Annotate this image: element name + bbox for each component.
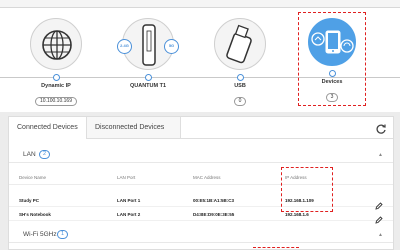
- lan-count-badge: 2: [39, 150, 51, 159]
- ip-address-highlight: [281, 167, 333, 212]
- internet-node[interactable]: Dynamic IP 10.100.10.169: [16, 18, 96, 107]
- tab-disconnected-devices[interactable]: Disconnected Devices: [87, 117, 181, 139]
- lan-port: LAN Port 1: [117, 198, 141, 203]
- wifi-5ghz-section-header[interactable]: Wi-Fi 5GHz 1 ▲: [9, 227, 393, 243]
- header-mac-address: MAC Address: [193, 175, 221, 180]
- devices-label: Devices: [321, 79, 343, 85]
- internet-ip-value: 10.100.10.169: [35, 97, 77, 106]
- router-link-dot: [144, 74, 152, 81]
- mac-address: D4:BE:D9:0E:3E:55: [193, 212, 235, 217]
- tab-connected-devices[interactable]: Connected Devices: [9, 117, 87, 139]
- internet-label: Dynamic IP: [41, 83, 71, 89]
- table-row: SH's Notebook LAN Port 2 D4:BE:D9:0E:3E:…: [9, 209, 393, 224]
- network-topology: Dynamic IP 10.100.10.169 2.4G 5G QUANTUM…: [0, 8, 400, 112]
- usb-node[interactable]: USB 0: [200, 18, 280, 107]
- header-device-name: Device Name: [19, 175, 47, 180]
- devices-count: 3: [325, 93, 339, 102]
- router-node[interactable]: 2.4G 5G QUANTUM T1: [108, 18, 188, 89]
- devices-tabs: Connected Devices Disconnected Devices: [9, 117, 393, 139]
- usb-link-dot: [236, 74, 244, 81]
- table-row: Study PC LAN Port 1 00:E5:1B:A1:5B:C3 19…: [9, 195, 393, 210]
- edit-icon[interactable]: [375, 211, 383, 224]
- header-lan-port: LAN Port: [117, 175, 136, 180]
- usb-drive-icon: [214, 18, 266, 70]
- refresh-icon[interactable]: [375, 122, 387, 134]
- lan-section-label: LAN: [23, 151, 36, 158]
- device-name: Study PC: [19, 198, 40, 203]
- device-name: SH's Notebook: [19, 212, 51, 217]
- lan-port: LAN Port 2: [117, 212, 141, 217]
- mac-address: 00:E5:1B:A1:5B:C3: [193, 198, 235, 203]
- chevron-up-icon[interactable]: ▲: [378, 232, 383, 238]
- ip-address: 192.168.1.6: [285, 212, 309, 217]
- usb-label: USB: [234, 83, 246, 89]
- lan-section-header[interactable]: LAN 2 ▲: [9, 147, 393, 163]
- router-icon: 2.4G 5G: [117, 18, 179, 70]
- router-label: QUANTUM T1: [129, 83, 167, 89]
- wifi-section-label: Wi-Fi 5GHz: [23, 231, 57, 238]
- device-table-header: Device Name LAN Port MAC Address IP Addr…: [9, 171, 393, 185]
- devices-icon: [308, 18, 356, 66]
- wifi-count-badge: 1: [57, 230, 69, 239]
- band-5g-badge: 5G: [164, 39, 179, 54]
- internet-link-dot: [52, 74, 60, 81]
- devices-panel: Connected Devices Disconnected Devices L…: [8, 116, 394, 250]
- chevron-up-icon[interactable]: ▲: [378, 152, 383, 158]
- devices-node[interactable]: Devices 3: [298, 12, 366, 106]
- top-bar: [0, 0, 400, 8]
- edit-icon[interactable]: [375, 197, 383, 210]
- globe-icon: [30, 18, 82, 70]
- band-2g-badge: 2.4G: [117, 39, 132, 54]
- devices-link-dot: [328, 70, 336, 77]
- usb-count: 0: [233, 97, 247, 106]
